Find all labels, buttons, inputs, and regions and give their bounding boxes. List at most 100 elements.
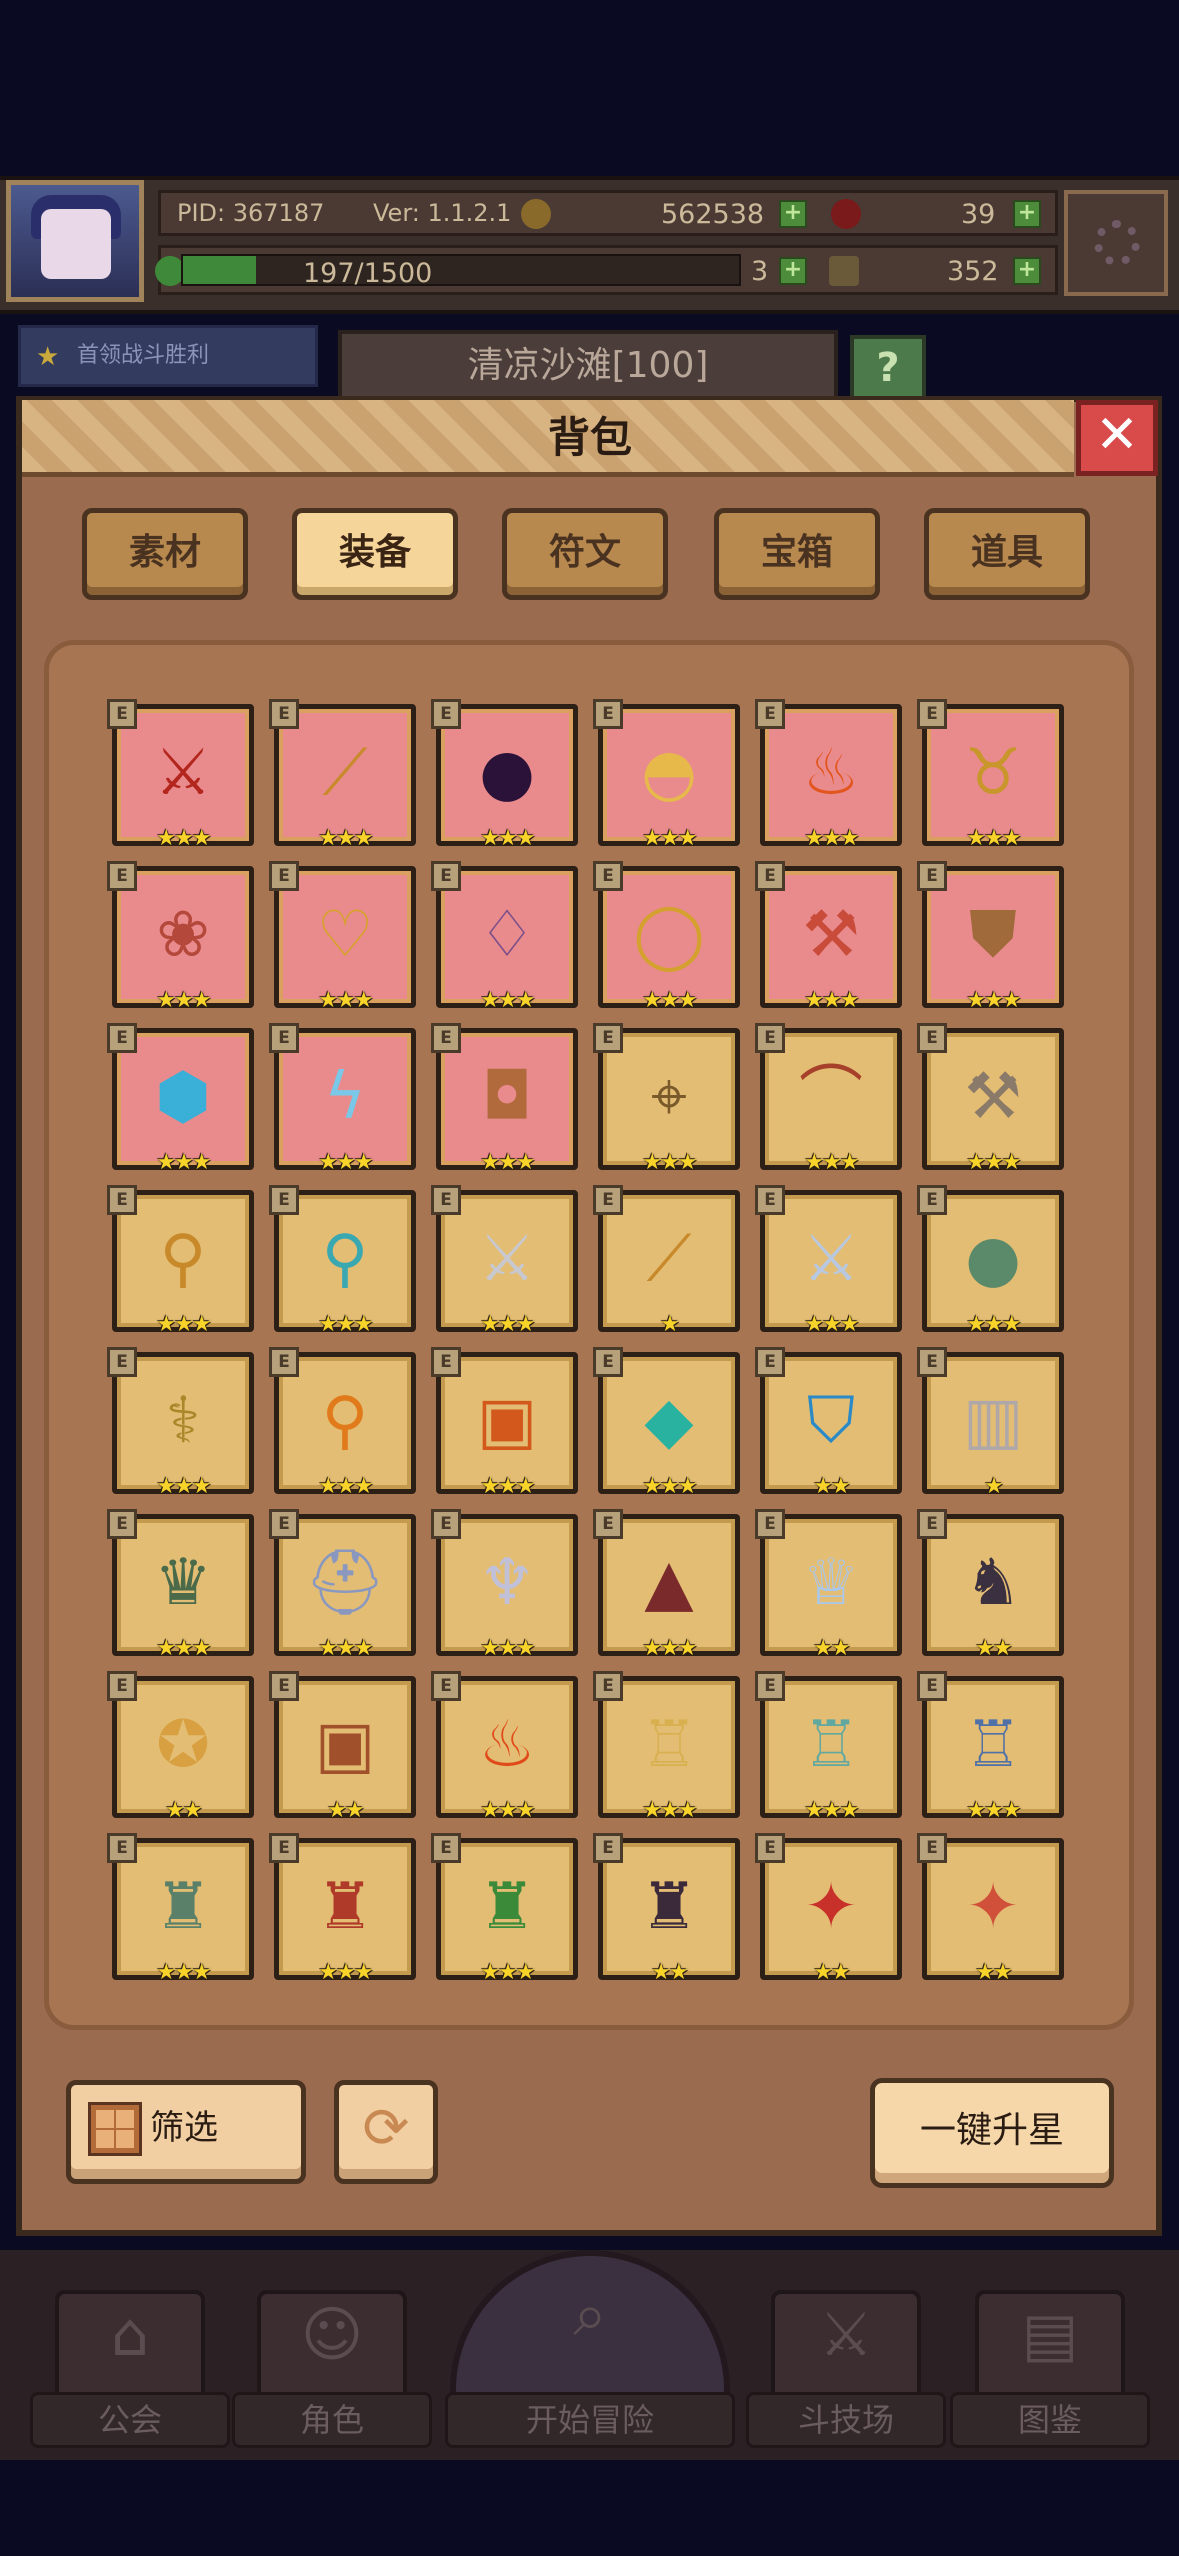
silver-sword-icon: ⚔ xyxy=(478,1222,536,1296)
refresh-button[interactable]: ⟳ xyxy=(334,2080,438,2184)
item-slot-golden-spear[interactable]: E ⟋ ★ xyxy=(593,1185,740,1337)
item-slot-flame-crown[interactable]: E ♨ ★★★ xyxy=(755,699,902,851)
equipment-badge-icon: E xyxy=(917,1023,947,1053)
item-slot-crossed-red-blades[interactable]: E ⚔ ★★★ xyxy=(107,699,254,851)
nav-label-4[interactable]: 图鉴 xyxy=(950,2392,1150,2448)
item-slot-wooden-staff[interactable]: E ⟋ ★★★ xyxy=(269,699,416,851)
item-slot-steel-plate[interactable]: E ♖ ★★★ xyxy=(917,1671,1064,1823)
equipment-badge-icon: E xyxy=(269,1509,299,1539)
nav-label-3[interactable]: 斗技场 xyxy=(746,2392,946,2448)
star-rating: ★★ xyxy=(165,1798,202,1823)
item-slot-golden-robe[interactable]: E ♖ ★★★ xyxy=(593,1671,740,1823)
settings-gear-icon[interactable] xyxy=(1064,190,1168,296)
close-button[interactable]: ✕ xyxy=(1076,400,1158,476)
item-slot-leather-pot[interactable]: E ◘ ★★★ xyxy=(431,1023,578,1175)
item-slot-blue-shield[interactable]: E ⛉ ★★ xyxy=(755,1347,902,1499)
tab-0[interactable]: 素材 xyxy=(82,508,248,600)
star-rating: ★★★ xyxy=(156,1636,211,1661)
item-slot-gold-ring[interactable]: E ◯ ★★★ xyxy=(593,861,740,1013)
item-slot-lightning-ribbon[interactable]: Eϟ ★★★ xyxy=(269,1023,416,1175)
knight-helm-icon: ⛑ xyxy=(304,1546,386,1620)
nav-label-0[interactable]: 公会 xyxy=(30,2392,230,2448)
equipment-badge-icon: E xyxy=(917,1833,947,1863)
item-slot-silver-sword[interactable]: E ⚔ ★★★ xyxy=(431,1185,578,1337)
nav-icon-3: ⚔ xyxy=(819,2300,873,2370)
item-slot-ice-helmet[interactable]: E ⬢ ★★★ xyxy=(107,1023,254,1175)
quest-tracker[interactable]: 首领战斗胜利 xyxy=(18,325,318,387)
fire-torch-icon: ⚲ xyxy=(321,1384,369,1458)
item-slot-forest-cape[interactable]: E ♜ ★★★ xyxy=(431,1833,578,1985)
tab-2[interactable]: 符文 xyxy=(502,508,668,600)
add-clover-button[interactable]: + xyxy=(779,257,807,285)
item-slot-dark-orb[interactable]: E ● ★★★ xyxy=(431,699,578,851)
star-rating: ★★★ xyxy=(480,1312,535,1337)
item-slot-purple-necklace[interactable]: E ♢ ★★★ xyxy=(431,861,578,1013)
item-slot-horned-helm[interactable]: E ♉ ★★★ xyxy=(917,699,1064,851)
tab-4[interactable]: 道具 xyxy=(924,508,1090,600)
item-slot-jade-armor[interactable]: E ♜ ★★★ xyxy=(107,1833,254,1985)
add-key-button[interactable]: + xyxy=(1013,257,1041,285)
winged-helm-icon: ♆ xyxy=(478,1546,536,1620)
item-slot-bronze-armor[interactable]: E ▣ ★★ xyxy=(269,1671,416,1823)
item-slot-lava-armor[interactable]: E ▣ ★★★ xyxy=(431,1347,578,1499)
nav-icon-0: ⌂ xyxy=(110,2300,150,2370)
item-slot-vine-scepter[interactable]: E ⚕ ★★★ xyxy=(107,1347,254,1499)
equipment-badge-icon: E xyxy=(755,1347,785,1377)
item-slot-fire-torch[interactable]: E ⚲ ★★★ xyxy=(269,1347,416,1499)
item-slot-green-orb[interactable]: E ● ★★★ xyxy=(917,1185,1064,1337)
item-slot-silver-hammer[interactable]: E ⚒ ★★★ xyxy=(917,1023,1064,1175)
item-slot-battle-axe[interactable]: E ⚒ ★★★ xyxy=(755,861,902,1013)
star-rating: ★★★ xyxy=(804,988,859,1013)
item-slot-gold-crossbow[interactable]: E ⌖ ★★★ xyxy=(593,1023,740,1175)
star-rating: ★★★ xyxy=(480,1636,535,1661)
item-slot-crimson-robe[interactable]: E ✦ ★★ xyxy=(917,1833,1064,1985)
equipment-badge-icon: E xyxy=(917,699,947,729)
player-id: PID: 367187 xyxy=(177,199,325,227)
equipment-badge-icon: E xyxy=(755,861,785,891)
item-slot-hooded-cowl[interactable]: E ▲ ★★★ xyxy=(593,1509,740,1661)
star-icon: ★ xyxy=(36,342,60,372)
equipment-badge-icon: E xyxy=(593,1509,623,1539)
item-slot-red-cloak[interactable]: E ❀ ★★★ xyxy=(107,861,254,1013)
item-slot-gem-tiara[interactable]: E ♛ ★★★ xyxy=(107,1509,254,1661)
silver-hammer-icon: ⚒ xyxy=(964,1060,1022,1134)
item-slot-emerald-gem[interactable]: E ◆ ★★★ xyxy=(593,1347,740,1499)
equipment-badge-icon: E xyxy=(755,1185,785,1215)
stage-name[interactable]: 清凉沙滩[100] xyxy=(338,330,838,400)
item-slot-golden-mace[interactable]: E ⚲ ★★★ xyxy=(107,1185,254,1337)
leather-pot-icon: ◘ xyxy=(481,1060,533,1134)
item-slot-ice-crown[interactable]: E ♕ ★★ xyxy=(755,1509,902,1661)
item-slot-twin-blades[interactable]: E ⚔ ★★★ xyxy=(755,1185,902,1337)
item-slot-winged-helm[interactable]: E ♆ ★★★ xyxy=(431,1509,578,1661)
help-icon[interactable]: ? xyxy=(850,335,926,401)
item-slot-dark-plate[interactable]: E ♜ ★★ xyxy=(593,1833,740,1985)
item-slot-bronze-chestplate[interactable]: E ⛊ ★★★ xyxy=(917,861,1064,1013)
star-rating: ★★★ xyxy=(804,1150,859,1175)
item-slot-ruby-breastplate[interactable]: E ✦ ★★ xyxy=(755,1833,902,1985)
steel-plate-icon: ♖ xyxy=(964,1708,1022,1782)
item-slot-ruby-robe[interactable]: E ✪ ★★ xyxy=(107,1671,254,1823)
item-slot-royal-cloak[interactable]: E ♜ ★★★ xyxy=(269,1833,416,1985)
tab-1[interactable]: 装备 xyxy=(292,508,458,600)
item-slot-demon-helm[interactable]: E ♞ ★★ xyxy=(917,1509,1064,1661)
add-gem-button[interactable]: + xyxy=(1013,200,1041,228)
red-cloak-icon: ❀ xyxy=(156,898,210,972)
item-slot-crystal-wand[interactable]: E ⚲ ★★★ xyxy=(269,1185,416,1337)
player-avatar[interactable] xyxy=(6,180,144,302)
item-slot-knight-helm[interactable]: E ⛑ ★★★ xyxy=(269,1509,416,1661)
item-slot-gold-heart-amulet[interactable]: E ♡ ★★★ xyxy=(269,861,416,1013)
item-slot-straw-hat[interactable]: E ◓ ★★★ xyxy=(593,699,740,851)
flame-mantle-icon: ♨ xyxy=(478,1708,536,1782)
item-slot-red-bow[interactable]: E ⌒ ★★★ xyxy=(755,1023,902,1175)
star-rating: ★★★ xyxy=(156,1150,211,1175)
nav-label-1[interactable]: 角色 xyxy=(232,2392,432,2448)
one-click-upgrade-button[interactable]: 一键升星 xyxy=(870,2078,1114,2188)
nav-label-2[interactable]: 开始冒险 xyxy=(445,2392,735,2448)
item-slot-stone-vest[interactable]: E ▥ ★ xyxy=(917,1347,1064,1499)
item-slot-flame-mantle[interactable]: E ♨ ★★★ xyxy=(431,1671,578,1823)
item-slot-teal-cape[interactable]: E ♖ ★★★ xyxy=(755,1671,902,1823)
tab-3[interactable]: 宝箱 xyxy=(714,508,880,600)
star-rating: ★★★ xyxy=(966,1312,1021,1337)
key-amount: 352 xyxy=(947,256,999,287)
add-gold-button[interactable]: + xyxy=(779,200,807,228)
